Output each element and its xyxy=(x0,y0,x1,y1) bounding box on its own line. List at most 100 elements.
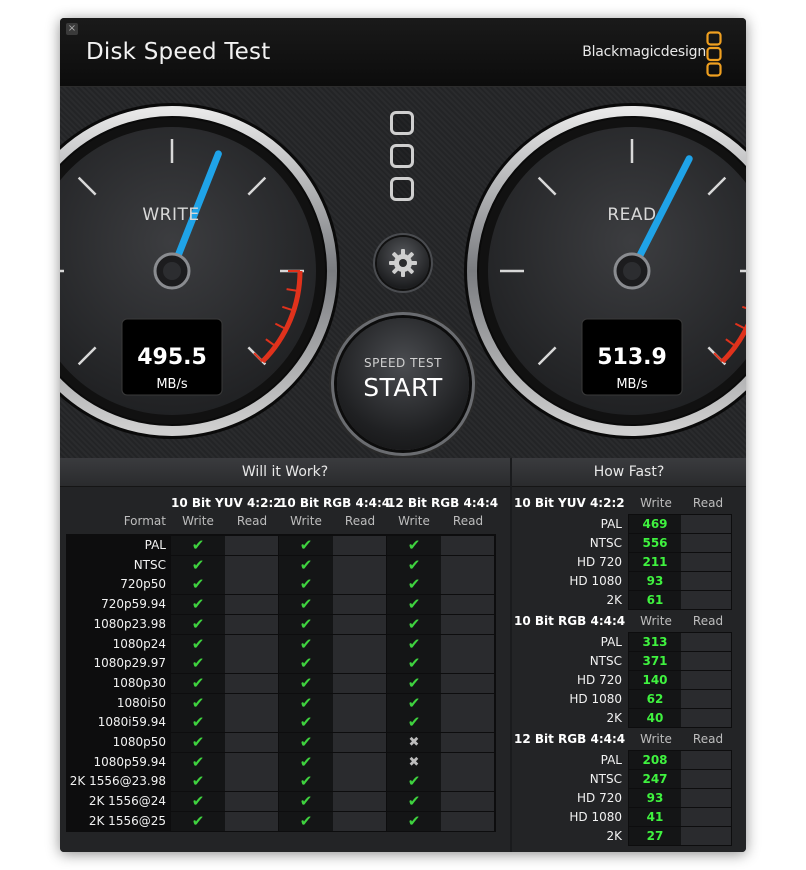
format-row-label: PAL xyxy=(144,538,166,552)
write-speed-unit: MB/s xyxy=(156,377,188,392)
gauge-area: WRITE READ 495.5 MB/s 513.9 MB/s SPEED T… xyxy=(60,87,746,458)
how-fast-write-value: 556 xyxy=(642,536,668,550)
read-cell xyxy=(225,811,278,831)
read-column-header: Read xyxy=(344,514,376,528)
how-fast-row-label: PAL xyxy=(600,635,622,649)
check-icon: ✔ xyxy=(191,536,205,554)
check-icon: ✔ xyxy=(191,575,205,594)
settings-button[interactable] xyxy=(377,237,429,289)
read-cell xyxy=(225,673,278,693)
check-icon: ✔ xyxy=(191,614,205,633)
how-fast-write-value: 41 xyxy=(646,810,664,824)
how-fast-row-label: HD 720 xyxy=(577,555,622,569)
read-speed-value: 513.9 xyxy=(597,345,667,370)
how-fast-row-label: NTSC xyxy=(589,536,622,550)
check-icon: ✔ xyxy=(299,673,313,692)
how-fast-write-header: Write xyxy=(640,614,672,628)
write-column-header: Write xyxy=(182,514,214,528)
how-fast-read-cell xyxy=(681,515,731,533)
check-icon: ✔ xyxy=(299,614,313,633)
format-row-label: 2K 1556@25 xyxy=(88,813,166,828)
read-cell xyxy=(225,575,278,595)
how-fast-write-value: 27 xyxy=(646,829,664,843)
how-fast-write-value: 211 xyxy=(642,555,668,569)
will-it-work-heading: Will it Work? xyxy=(60,458,510,487)
logo-square-icon xyxy=(390,177,414,201)
check-icon: ✔ xyxy=(191,792,205,811)
read-readout: 513.9 MB/s xyxy=(582,345,682,392)
read-cell xyxy=(225,772,278,792)
read-cell xyxy=(441,614,494,634)
how-fast-read-header: Read xyxy=(692,614,724,628)
read-cell xyxy=(333,555,386,575)
read-cell xyxy=(333,536,386,555)
format-row-label: 720p59.94 xyxy=(101,597,166,612)
how-fast-read-header: Read xyxy=(692,496,724,510)
write-gauge-hub-center xyxy=(163,262,181,280)
read-cell xyxy=(333,614,386,634)
read-cell xyxy=(225,713,278,733)
check-icon: ✔ xyxy=(407,614,421,633)
will-it-work-panel: Will it Work? 10 Bit YUV 4:2:2 Write Read 1… xyxy=(60,458,510,852)
check-icon: ✔ xyxy=(299,595,313,614)
check-icon: ✔ xyxy=(191,752,205,771)
how-fast-row-label: 2K xyxy=(606,711,622,725)
check-icon: ✔ xyxy=(299,752,313,771)
read-cell xyxy=(333,772,386,792)
speed-test-start-button[interactable]: SPEED TEST START xyxy=(337,318,469,450)
format-row-label: 1080p29.97 xyxy=(93,656,166,671)
read-cell xyxy=(333,654,386,674)
read-cell xyxy=(333,733,386,752)
check-icon: ✔ xyxy=(299,713,313,732)
how-fast-write-value: 93 xyxy=(646,574,664,588)
logo-square-icon xyxy=(390,144,414,168)
how-fast-read-cell xyxy=(681,690,731,708)
check-icon: ✔ xyxy=(407,772,421,791)
read-cell xyxy=(441,536,494,555)
read-cell xyxy=(225,595,278,615)
read-cell xyxy=(333,673,386,693)
how-fast-row-label: HD 1080 xyxy=(569,574,622,588)
how-fast-write-value: 313 xyxy=(642,635,668,649)
how-fast-read-cell xyxy=(681,709,731,727)
write-column-header: Write xyxy=(290,514,322,528)
format-row-label: 2K 1556@23.98 xyxy=(69,774,166,789)
read-cell xyxy=(441,792,494,812)
how-fast-section-title: 10 Bit YUV 4:2:2 xyxy=(514,496,625,510)
read-cell xyxy=(225,634,278,654)
check-icon: ✔ xyxy=(407,693,421,712)
check-icon: ✔ xyxy=(191,673,205,692)
format-row-label: 1080i59.94 xyxy=(97,715,166,730)
check-icon: ✔ xyxy=(407,654,421,673)
how-fast-heading: How Fast? xyxy=(512,458,746,487)
format-row-label: 1080p23.98 xyxy=(93,616,166,631)
how-fast-read-cell xyxy=(681,827,731,845)
read-cell xyxy=(225,536,278,555)
check-icon: ✔ xyxy=(191,713,205,732)
read-cell xyxy=(225,614,278,634)
format-row-label: 1080p24 xyxy=(112,636,166,651)
check-icon: ✔ xyxy=(407,555,421,574)
check-icon: ✔ xyxy=(299,555,313,574)
format-row-label: 1080p30 xyxy=(112,675,166,690)
read-cell xyxy=(333,713,386,733)
how-fast-row-label: 2K xyxy=(606,829,622,843)
read-cell xyxy=(333,752,386,772)
read-cell xyxy=(225,654,278,674)
check-icon: ✔ xyxy=(299,811,313,830)
start-button-label: START xyxy=(363,373,443,402)
check-icon: ✔ xyxy=(191,811,205,830)
read-cell xyxy=(333,595,386,615)
check-icon: ✔ xyxy=(407,792,421,811)
check-icon: ✔ xyxy=(407,673,421,692)
how-fast-read-cell xyxy=(681,808,731,826)
format-row-label: 1080p59.94 xyxy=(93,754,166,769)
read-cell xyxy=(333,575,386,595)
check-icon: ✔ xyxy=(191,654,205,673)
check-icon: ✔ xyxy=(407,634,421,653)
check-icon: ✔ xyxy=(191,772,205,791)
check-icon: ✔ xyxy=(407,595,421,614)
read-cell xyxy=(441,673,494,693)
format-column-header: Format xyxy=(123,514,166,528)
how-fast-row-label: HD 720 xyxy=(577,673,622,687)
